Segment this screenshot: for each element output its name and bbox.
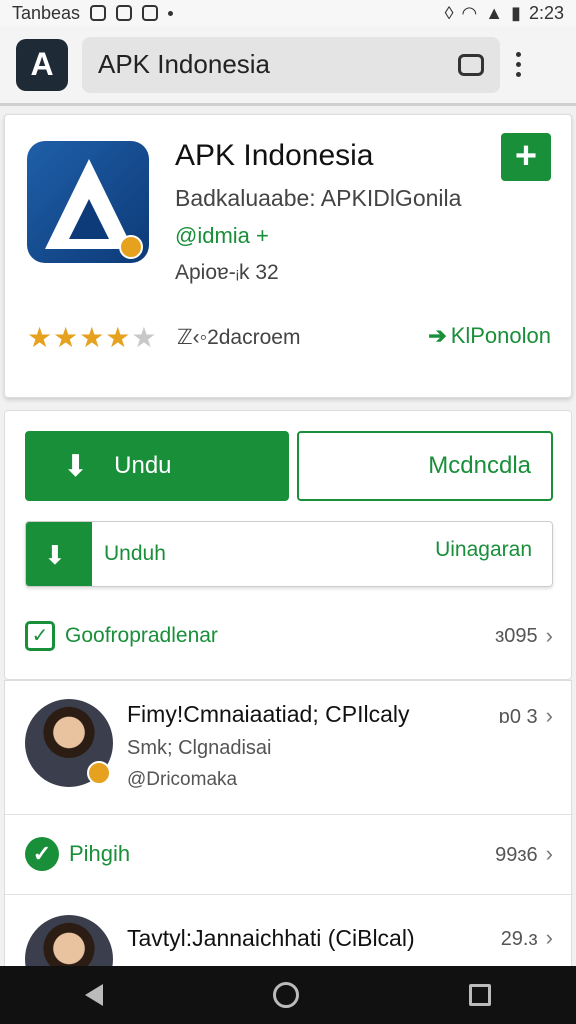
- download-progress[interactable]: ⬇ Unduh Uinagaran: [25, 521, 553, 587]
- actions-card: ⬇ Undu Mcdncdla ⬇ Unduh Uinagaran ✓ Goof…: [4, 410, 572, 680]
- list-item[interactable]: ✓ Pihgih 99ɜ6 ›: [5, 815, 573, 895]
- app-version: Apioɐ-ᵢk 32: [175, 261, 279, 284]
- carrier-label: Tanbeas: [12, 2, 81, 23]
- verified-badge-icon: [119, 235, 143, 259]
- promo-link[interactable]: ➔ KlPonolon: [428, 323, 551, 349]
- half-star-icon: ★: [131, 322, 158, 353]
- add-button[interactable]: +: [501, 133, 551, 181]
- download-button-label: Undu: [114, 452, 172, 479]
- badge-icon: [87, 761, 111, 785]
- review-list: Fimy!Cmnaiaatiad; CPIlcaly Smk; Clgnadis…: [4, 680, 573, 1003]
- more-notifications-icon: [168, 10, 174, 16]
- home-icon[interactable]: [273, 982, 299, 1008]
- secondary-button[interactable]: Mcdncdla: [297, 431, 553, 501]
- app-notification-icon: [142, 5, 159, 21]
- app-title: APK Indonesia: [175, 139, 374, 172]
- secondary-button-label: Mcdncdla: [428, 452, 531, 479]
- chevron-right-icon: ›: [545, 703, 553, 728]
- section-header[interactable]: ✓ Goofropradlenar ɜ095 ›: [5, 611, 573, 661]
- list-item[interactable]: Tavtyl:Jannaichhati (CiBlcal) 29.ɜ ›: [5, 895, 573, 1003]
- back-icon[interactable]: [85, 984, 103, 1006]
- item-label: Pihgih: [69, 841, 131, 866]
- reviewer-name: Tavtyl:Jannaichhati (CiBlcal): [127, 925, 415, 951]
- progress-label: Unduh: [104, 542, 166, 565]
- list-item[interactable]: Fimy!Cmnaiaatiad; CPIlcaly Smk; Clgnadis…: [5, 681, 573, 815]
- filled-stars: ★★★★: [27, 322, 132, 353]
- reviewer-name: Fimy!Cmnaiaatiad; CPIlcaly: [127, 701, 410, 727]
- reviewer-handle: @Dricomaka: [127, 769, 238, 790]
- download-button[interactable]: ⬇ Undu: [25, 431, 289, 501]
- row-value-text: 29.ɜ: [500, 928, 538, 950]
- wifi-icon: ◠: [461, 2, 478, 23]
- browser-toolbar: A APK Indonesia: [0, 26, 576, 106]
- url-text: APK Indonesia: [98, 49, 271, 79]
- rating-stars: ★★★★★: [27, 321, 158, 354]
- checkbox-icon: ✓: [25, 621, 55, 651]
- developer-link[interactable]: @idmia +: [175, 223, 269, 249]
- tab-switcher-icon[interactable]: [458, 53, 484, 76]
- reviewer-meta: Smk; Clgnadisai: [127, 737, 272, 759]
- row-value: 29.ɜ ›: [501, 925, 553, 951]
- download-icon: ⬇: [63, 449, 89, 483]
- notification-icon: [90, 5, 107, 21]
- developer-name: Badkaluaabe: APKIDlGonila: [175, 185, 462, 211]
- recents-icon[interactable]: [469, 984, 491, 1006]
- arrow-icon: ➔: [428, 323, 447, 348]
- row-value-text: 99ɜ6: [495, 844, 538, 866]
- check-circle-icon: ✓: [25, 837, 59, 871]
- battery-icon: ▮: [511, 2, 521, 23]
- clock: 2:23: [528, 2, 564, 23]
- row-value: 99ɜ6 ›: [495, 841, 553, 867]
- chevron-right-icon: ›: [545, 623, 553, 648]
- app-icon: [27, 141, 149, 263]
- hand-download-icon: ⬇: [44, 540, 66, 570]
- promo-label: KlPonolon: [450, 323, 551, 348]
- row-value-text: ɒ0 3: [498, 706, 538, 728]
- system-nav-bar: [0, 966, 576, 1024]
- vibrate-icon: ◊: [444, 2, 454, 23]
- chevron-right-icon: ›: [545, 925, 553, 950]
- row-value: ɒ0 3 ›: [499, 703, 553, 729]
- site-logo-icon[interactable]: A: [16, 38, 68, 91]
- chevron-right-icon: ›: [545, 841, 553, 866]
- avatar: [25, 699, 113, 787]
- app-info-card: APK Indonesia Badkaluaabe: APKIDlGonila …: [4, 114, 572, 398]
- image-icon: [116, 5, 133, 21]
- overflow-menu-icon[interactable]: [516, 52, 521, 77]
- signal-icon: ▲: [485, 2, 504, 23]
- url-bar[interactable]: APK Indonesia: [82, 36, 500, 93]
- section-count: ɜ095: [495, 624, 538, 647]
- download-count: ℤ‹◦2dacroem: [177, 326, 301, 349]
- section-label: Goofropradlenar: [65, 624, 218, 647]
- status-bar: Tanbeas ◊ ◠ ▲ ▮ 2:23: [0, 0, 576, 26]
- progress-status: Uinagaran: [435, 538, 532, 561]
